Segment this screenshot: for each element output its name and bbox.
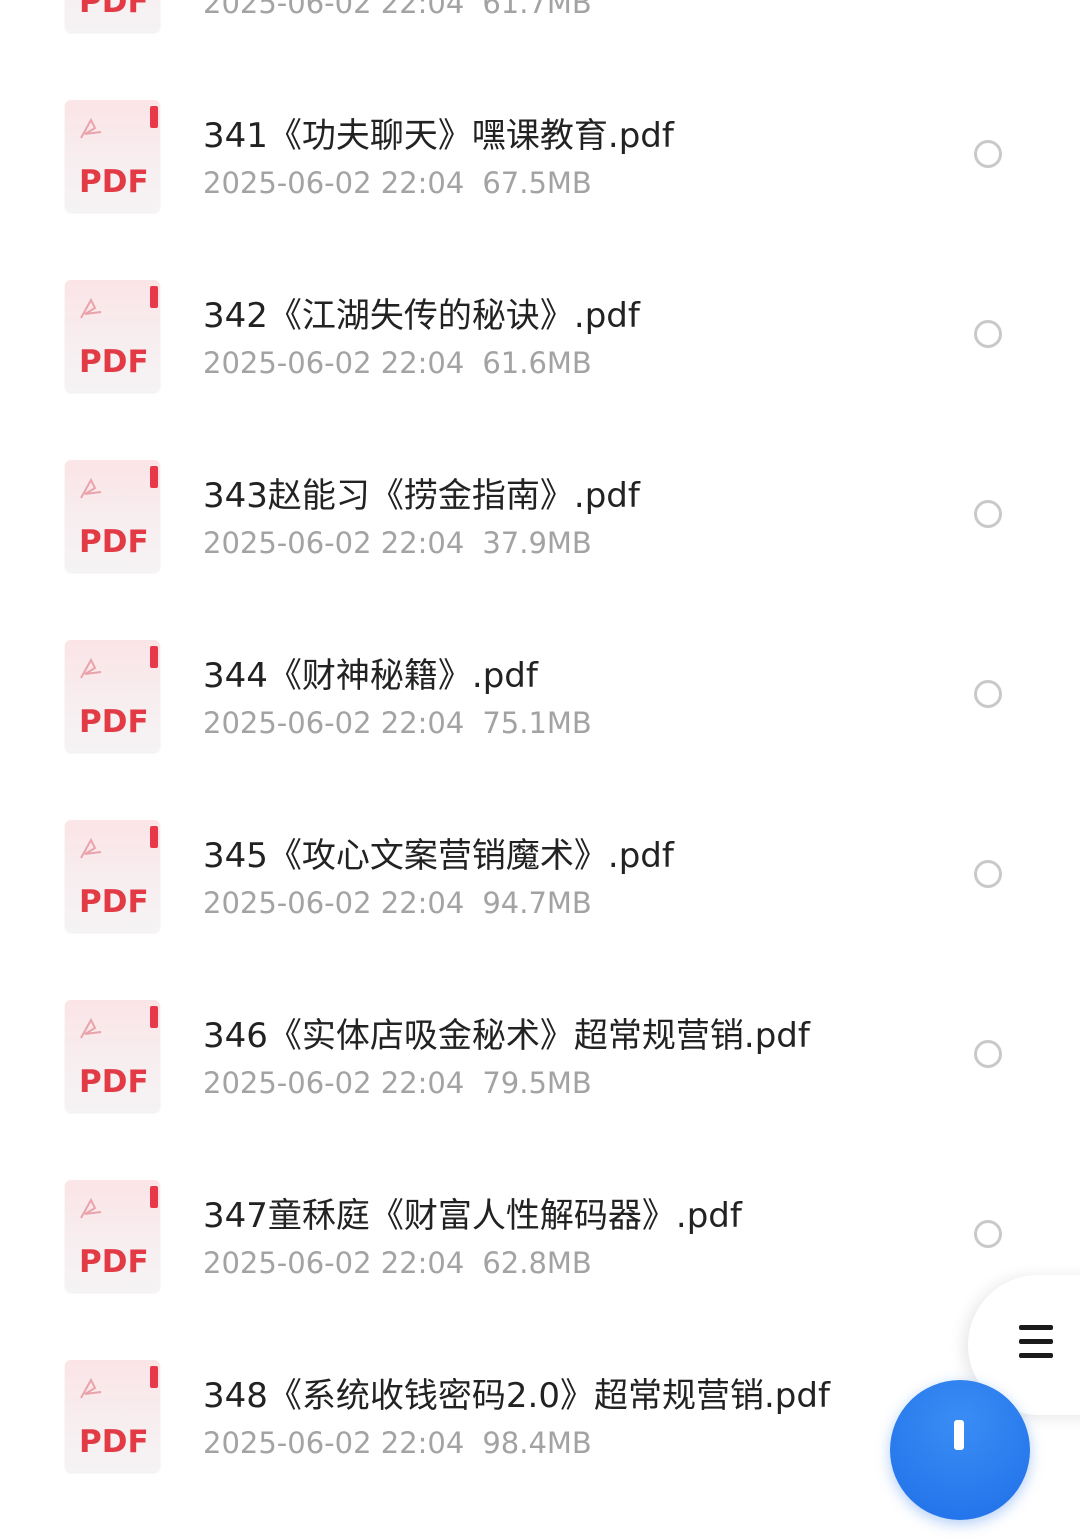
file-row[interactable]: PDF 342《江湖失传的秘诀》.pdf 2025-06-02 22:04 61.… bbox=[0, 280, 1080, 460]
file-meta: 2025-06-02 22:04 98.4MB bbox=[203, 1426, 592, 1460]
pdf-file-icon: PDF bbox=[65, 280, 160, 392]
file-name: 348《系统收钱密码2.0》超常规营销.pdf bbox=[203, 1376, 830, 1416]
file-date: 2025-06-02 22:04 bbox=[203, 1246, 465, 1280]
select-radio[interactable] bbox=[974, 1220, 1002, 1248]
file-name: 341《功夫聊天》嘿课教育.pdf bbox=[203, 116, 674, 156]
file-row[interactable]: PDF 347童秝庭《财富人性解码器》.pdf 2025-06-02 22:04… bbox=[0, 1180, 1080, 1360]
select-radio[interactable] bbox=[974, 680, 1002, 708]
file-size: 75.1MB bbox=[482, 706, 592, 740]
file-size: 98.4MB bbox=[482, 1426, 592, 1460]
file-row[interactable]: PDF 2025-06-02 22:04 61.7MB bbox=[0, 0, 1080, 100]
file-name: 343赵能习《捞金指南》.pdf bbox=[203, 476, 640, 516]
file-meta: 2025-06-02 22:04 62.8MB bbox=[203, 1246, 592, 1280]
pdf-file-icon: PDF bbox=[65, 1360, 160, 1472]
select-radio[interactable] bbox=[974, 860, 1002, 888]
file-date: 2025-06-02 22:04 bbox=[203, 1066, 465, 1100]
file-name: 342《江湖失传的秘诀》.pdf bbox=[203, 296, 640, 336]
file-date: 2025-06-02 22:04 bbox=[203, 0, 465, 20]
file-meta: 2025-06-02 22:04 61.7MB bbox=[203, 0, 592, 20]
pdf-file-icon: PDF bbox=[65, 640, 160, 752]
select-radio[interactable] bbox=[974, 1040, 1002, 1068]
file-list: PDF 2025-06-02 22:04 61.7MB PDF 341《功夫聊天》… bbox=[0, 0, 1080, 1472]
file-name: 347童秝庭《财富人性解码器》.pdf bbox=[203, 1196, 742, 1236]
file-row[interactable]: PDF 341《功夫聊天》嘿课教育.pdf 2025-06-02 22:04 67… bbox=[0, 100, 1080, 280]
file-row[interactable]: PDF 345《攻心文案营销魔术》.pdf 2025-06-02 22:04 94… bbox=[0, 820, 1080, 1000]
add-button[interactable] bbox=[890, 1380, 1030, 1520]
file-meta: 2025-06-02 22:04 75.1MB bbox=[203, 706, 592, 740]
pdf-file-icon: PDF bbox=[65, 1000, 160, 1112]
file-meta: 2025-06-02 22:04 67.5MB bbox=[203, 166, 592, 200]
file-size: 61.7MB bbox=[482, 0, 592, 20]
pdf-file-icon: PDF bbox=[65, 100, 160, 212]
select-radio[interactable] bbox=[974, 500, 1002, 528]
file-meta: 2025-06-02 22:04 94.7MB bbox=[203, 886, 592, 920]
file-name: 346《实体店吸金秘术》超常规营销.pdf bbox=[203, 1016, 810, 1056]
file-date: 2025-06-02 22:04 bbox=[203, 166, 465, 200]
file-row[interactable]: PDF 346《实体店吸金秘术》超常规营销.pdf 2025-06-02 22:… bbox=[0, 1000, 1080, 1180]
pdf-file-icon: PDF bbox=[65, 460, 160, 572]
file-date: 2025-06-02 22:04 bbox=[203, 706, 465, 740]
file-meta: 2025-06-02 22:04 61.6MB bbox=[203, 346, 592, 380]
file-row[interactable]: PDF 343赵能习《捞金指南》.pdf 2025-06-02 22:04 37.… bbox=[0, 460, 1080, 640]
select-radio[interactable] bbox=[974, 140, 1002, 168]
file-meta: 2025-06-02 22:04 79.5MB bbox=[203, 1066, 592, 1100]
plus-icon bbox=[954, 1420, 964, 1450]
file-date: 2025-06-02 22:04 bbox=[203, 526, 465, 560]
file-row[interactable]: PDF 344《财神秘籍》.pdf 2025-06-02 22:04 75.1MB bbox=[0, 640, 1080, 820]
menu-icon[interactable] bbox=[1019, 1325, 1053, 1359]
file-size: 62.8MB bbox=[482, 1246, 592, 1280]
file-name: 345《攻心文案营销魔术》.pdf bbox=[203, 836, 674, 876]
file-size: 37.9MB bbox=[482, 526, 592, 560]
pdf-file-icon: PDF bbox=[65, 820, 160, 932]
pdf-file-icon: PDF bbox=[65, 0, 160, 32]
file-date: 2025-06-02 22:04 bbox=[203, 346, 465, 380]
file-size: 94.7MB bbox=[482, 886, 592, 920]
pdf-file-icon: PDF bbox=[65, 1180, 160, 1292]
file-meta: 2025-06-02 22:04 37.9MB bbox=[203, 526, 592, 560]
select-radio[interactable] bbox=[974, 320, 1002, 348]
file-size: 67.5MB bbox=[482, 166, 592, 200]
file-name: 344《财神秘籍》.pdf bbox=[203, 656, 538, 696]
file-date: 2025-06-02 22:04 bbox=[203, 886, 465, 920]
file-size: 61.6MB bbox=[482, 346, 592, 380]
file-size: 79.5MB bbox=[482, 1066, 592, 1100]
file-date: 2025-06-02 22:04 bbox=[203, 1426, 465, 1460]
